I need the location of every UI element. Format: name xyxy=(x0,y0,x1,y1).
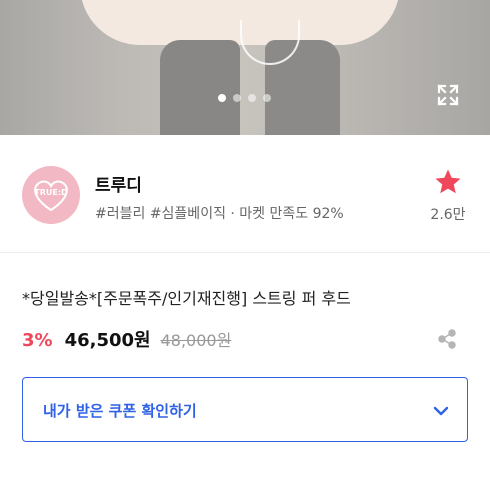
carousel-dot[interactable] xyxy=(218,94,226,102)
product-photo-leg-left xyxy=(160,40,240,135)
store-logo-text: TRUE:D xyxy=(34,188,68,197)
favorite-button[interactable] xyxy=(426,167,470,201)
store-tags: #러블리 #심플베이직 · 마켓 만족도 92% xyxy=(95,206,344,222)
carousel-dot[interactable] xyxy=(248,94,256,102)
discount-rate: 3% xyxy=(22,330,53,351)
expand-icon[interactable] xyxy=(436,83,460,107)
store-info[interactable]: TRUE:D 트루디 #러블리 #심플베이직 · 마켓 만족도 92% 2.6만 xyxy=(0,135,490,253)
sale-price: 46,500원 xyxy=(64,330,151,351)
product-title: *당일발송*[주문폭주/인기재진행] 스트링 퍼 후드 xyxy=(22,289,351,308)
store-logo[interactable]: TRUE:D xyxy=(22,166,80,224)
carousel-indicator xyxy=(218,94,271,102)
share-icon[interactable] xyxy=(436,328,458,350)
carousel-dot[interactable] xyxy=(263,94,271,102)
product-image-carousel[interactable] xyxy=(0,0,490,135)
price-row: 3% 46,500원 48,000원 xyxy=(22,326,231,352)
chevron-down-icon xyxy=(430,400,452,422)
coupon-label: 내가 받은 쿠폰 확인하기 xyxy=(43,402,197,420)
original-price: 48,000원 xyxy=(160,331,232,350)
favorite-count: 2.6만 xyxy=(430,207,466,223)
store-name[interactable]: 트루디 xyxy=(95,171,142,196)
star-icon xyxy=(435,169,461,194)
coupon-check-button[interactable]: 내가 받은 쿠폰 확인하기 xyxy=(22,377,468,442)
carousel-dot[interactable] xyxy=(233,94,241,102)
